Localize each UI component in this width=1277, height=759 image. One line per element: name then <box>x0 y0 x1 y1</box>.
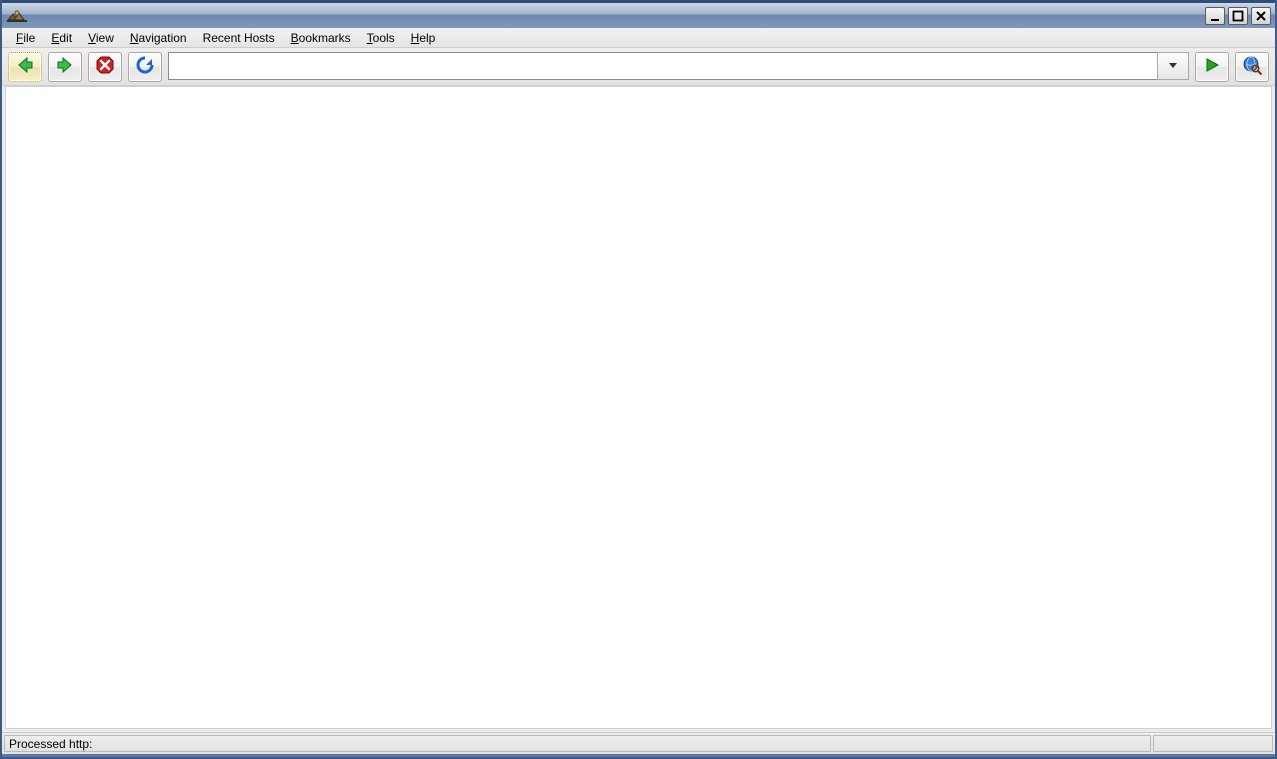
window-resize-edge[interactable] <box>2 754 1275 757</box>
toolbar <box>2 48 1275 86</box>
chevron-down-icon <box>1168 59 1178 73</box>
status-progress-box <box>1153 735 1273 752</box>
forward-button[interactable] <box>48 52 82 82</box>
maximize-button[interactable] <box>1228 7 1248 25</box>
stop-icon <box>94 54 116 79</box>
search-globe-icon <box>1241 54 1263 79</box>
status-message: Processed http: <box>4 735 1151 752</box>
content-area <box>5 86 1272 729</box>
address-input[interactable] <box>168 52 1157 80</box>
address-bar <box>168 52 1189 82</box>
window-controls <box>1205 7 1271 25</box>
menu-bar: FileEditViewNavigationRecent HostsBookma… <box>2 28 1275 48</box>
menu-navigation[interactable]: Navigation <box>122 29 195 47</box>
app-icon <box>6 7 28 25</box>
stop-button[interactable] <box>88 52 122 82</box>
menu-view[interactable]: View <box>80 29 122 47</box>
menu-tools[interactable]: Tools <box>359 29 403 47</box>
menu-help[interactable]: Help <box>403 29 444 47</box>
back-button[interactable] <box>8 52 42 82</box>
menu-recent-hosts[interactable]: Recent Hosts <box>195 29 283 47</box>
go-icon <box>1203 56 1221 77</box>
menu-bookmarks[interactable]: Bookmarks <box>283 29 359 47</box>
refresh-button[interactable] <box>128 52 162 82</box>
minimize-button[interactable] <box>1205 7 1225 25</box>
menu-file[interactable]: File <box>8 29 43 47</box>
refresh-icon <box>134 54 156 79</box>
forward-arrow-icon <box>54 54 76 79</box>
go-button[interactable] <box>1195 52 1229 82</box>
status-bar: Processed http: <box>2 732 1275 754</box>
close-button[interactable] <box>1251 7 1271 25</box>
menu-edit[interactable]: Edit <box>43 29 80 47</box>
back-arrow-icon <box>14 54 36 79</box>
title-bar <box>2 0 1275 28</box>
search-button[interactable] <box>1235 52 1269 82</box>
address-history-dropdown[interactable] <box>1157 52 1189 80</box>
